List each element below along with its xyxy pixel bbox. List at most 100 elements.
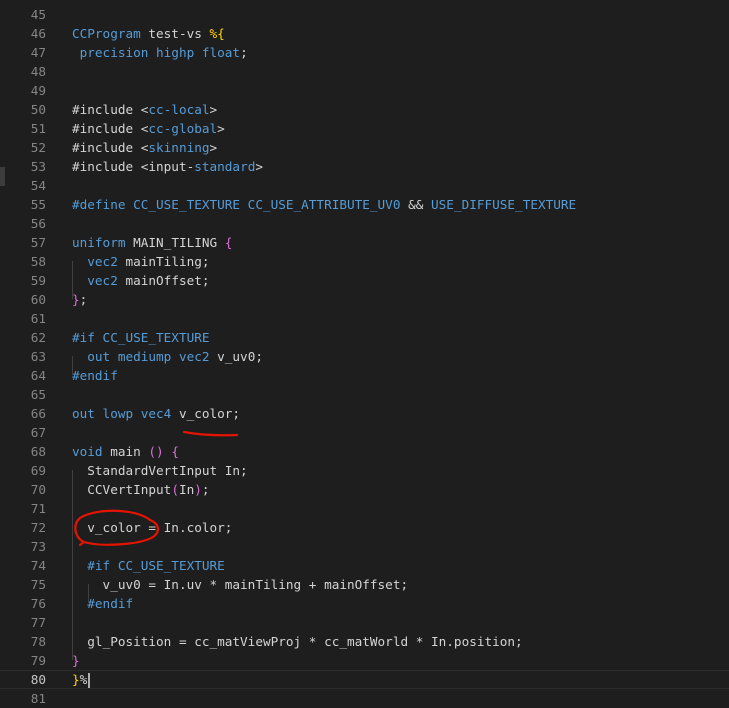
code-token: vec2: [72, 254, 118, 269]
code-text[interactable]: gl_Position = cc_matViewProj * cc_matWor…: [72, 632, 523, 651]
code-text[interactable]: #endif: [72, 594, 133, 613]
code-text[interactable]: };: [72, 290, 87, 309]
code-text[interactable]: StandardVertInput In;: [72, 461, 247, 480]
code-token: test-vs: [140, 26, 210, 41]
code-line[interactable]: 67: [0, 423, 729, 442]
code-text[interactable]: #include <input-standard>: [72, 157, 263, 176]
line-number: 55: [30, 197, 46, 212]
line-number: 58: [30, 254, 46, 269]
code-line[interactable]: 72 v_color = In.color;: [0, 518, 729, 537]
code-token: CCProgram: [72, 26, 141, 41]
code-line[interactable]: 51 #include <cc-global>: [0, 119, 729, 138]
code-line[interactable]: 77: [0, 613, 729, 632]
code-line[interactable]: 52 #include <skinning>: [0, 138, 729, 157]
code-line[interactable]: 53 #include <input-standard>: [0, 157, 729, 176]
code-token: standard: [194, 159, 256, 174]
code-line[interactable]: 74 #if CC_USE_TEXTURE: [0, 556, 729, 575]
code-text[interactable]: vec2 mainOffset;: [72, 271, 209, 290]
code-line[interactable]: 59 vec2 mainOffset;: [0, 271, 729, 290]
code-text[interactable]: }%: [72, 671, 91, 688]
indent-guide: [72, 470, 73, 660]
code-token: ;: [201, 482, 210, 497]
code-line[interactable]: 46 CCProgram test-vs %{: [0, 24, 729, 43]
line-number: 50: [30, 102, 46, 117]
line-number: 57: [30, 235, 46, 250]
code-text[interactable]: out lowp vec4 v_color;: [72, 404, 240, 423]
line-number: 75: [30, 577, 46, 592]
code-text[interactable]: v_uv0 = In.uv * mainTiling + mainOffset;: [72, 575, 409, 594]
code-line[interactable]: 80}%: [0, 670, 729, 689]
code-token: ;: [79, 292, 88, 307]
code-line[interactable]: 68 void main () {: [0, 442, 729, 461]
code-line[interactable]: 58 vec2 mainTiling;: [0, 252, 729, 271]
line-number: 73: [30, 539, 46, 554]
line-number: 69: [30, 463, 46, 478]
code-text[interactable]: CCVertInput(In);: [72, 480, 210, 499]
code-text[interactable]: #include <cc-global>: [72, 119, 225, 138]
code-line[interactable]: 71: [0, 499, 729, 518]
code-line[interactable]: 54: [0, 176, 729, 195]
code-line[interactable]: 55 #define CC_USE_TEXTURE CC_USE_ATTRIBUT…: [0, 195, 729, 214]
code-line[interactable]: 45: [0, 5, 729, 24]
code-token: #include: [72, 140, 141, 155]
code-editor[interactable]: 45 46 CCProgram test-vs %{47 precision hig…: [0, 0, 729, 706]
code-token: #if CC_USE_TEXTURE: [72, 330, 210, 345]
code-token: v_color = In.color;: [72, 520, 233, 535]
code-text[interactable]: precision highp float;: [72, 43, 248, 62]
code-line[interactable]: 56: [0, 214, 729, 233]
code-line[interactable]: 49: [0, 81, 729, 100]
line-number: 79: [30, 653, 46, 668]
code-token: (): [148, 444, 164, 459]
code-line[interactable]: 79}: [0, 651, 729, 670]
code-token: cc-local: [148, 102, 210, 117]
code-token: gl_Position = cc_matViewProj * cc_matWor…: [72, 634, 523, 649]
line-number: 46: [30, 26, 46, 41]
line-number: 51: [30, 121, 46, 136]
code-line[interactable]: 69 StandardVertInput In;: [0, 461, 729, 480]
code-line[interactable]: 64 #endif: [0, 366, 729, 385]
code-line[interactable]: 62 #if CC_USE_TEXTURE: [0, 328, 729, 347]
line-number: 56: [30, 216, 46, 231]
code-text[interactable]: out mediump vec2 v_uv0;: [72, 347, 263, 366]
code-token: }: [72, 672, 80, 687]
code-text[interactable]: v_color = In.color;: [72, 518, 232, 537]
code-text[interactable]: CCProgram test-vs %{: [72, 24, 225, 43]
code-token: vec2: [72, 273, 118, 288]
code-text[interactable]: void main () {: [72, 442, 179, 461]
code-line[interactable]: 76 #endif: [0, 594, 729, 613]
code-token: mainTiling;: [117, 254, 210, 269]
code-line[interactable]: 60};: [0, 290, 729, 309]
code-line[interactable]: 50 #include <cc-local>: [0, 100, 729, 119]
code-line[interactable]: 65: [0, 385, 729, 404]
line-number: 59: [30, 273, 46, 288]
code-line[interactable]: 75 v_uv0 = In.uv * mainTiling + mainOffs…: [0, 575, 729, 594]
code-line[interactable]: 63 out mediump vec2 v_uv0;: [0, 347, 729, 366]
code-token: ;: [240, 45, 248, 60]
code-text[interactable]: #include <cc-local>: [72, 100, 217, 119]
code-text[interactable]: #endif: [72, 366, 118, 385]
text-cursor: [88, 673, 91, 688]
code-token: #define CC_USE_TEXTURE CC_USE_ATTRIBUTE_…: [72, 197, 409, 212]
code-text[interactable]: #if CC_USE_TEXTURE: [72, 328, 210, 347]
line-number: 65: [30, 387, 46, 402]
code-line[interactable]: 61: [0, 309, 729, 328]
code-token: v_uv0 = In.uv * mainTiling + mainOffset;: [72, 577, 409, 592]
code-text[interactable]: #include <skinning>: [72, 138, 217, 157]
code-token: out lowp vec4: [72, 406, 172, 421]
code-line[interactable]: 47 precision highp float;: [0, 43, 729, 62]
code-line[interactable]: 73: [0, 537, 729, 556]
code-text[interactable]: uniform MAIN_TILING {: [72, 233, 232, 252]
code-token: uniform: [72, 235, 126, 250]
code-text[interactable]: #if CC_USE_TEXTURE: [72, 556, 225, 575]
line-number: 76: [30, 596, 46, 611]
code-text[interactable]: }: [72, 651, 80, 670]
code-text[interactable]: #define CC_USE_TEXTURE CC_USE_ATTRIBUTE_…: [72, 195, 576, 214]
code-token: >: [209, 102, 218, 117]
code-line[interactable]: 57 uniform MAIN_TILING {: [0, 233, 729, 252]
code-line[interactable]: 78 gl_Position = cc_matViewProj * cc_mat…: [0, 632, 729, 651]
code-text[interactable]: vec2 mainTiling;: [72, 252, 210, 271]
code-line[interactable]: 70 CCVertInput(In);: [0, 480, 729, 499]
code-line[interactable]: 48: [0, 62, 729, 81]
code-token: &&: [408, 197, 424, 212]
code-line[interactable]: 66 out lowp vec4 v_color;: [0, 404, 729, 423]
